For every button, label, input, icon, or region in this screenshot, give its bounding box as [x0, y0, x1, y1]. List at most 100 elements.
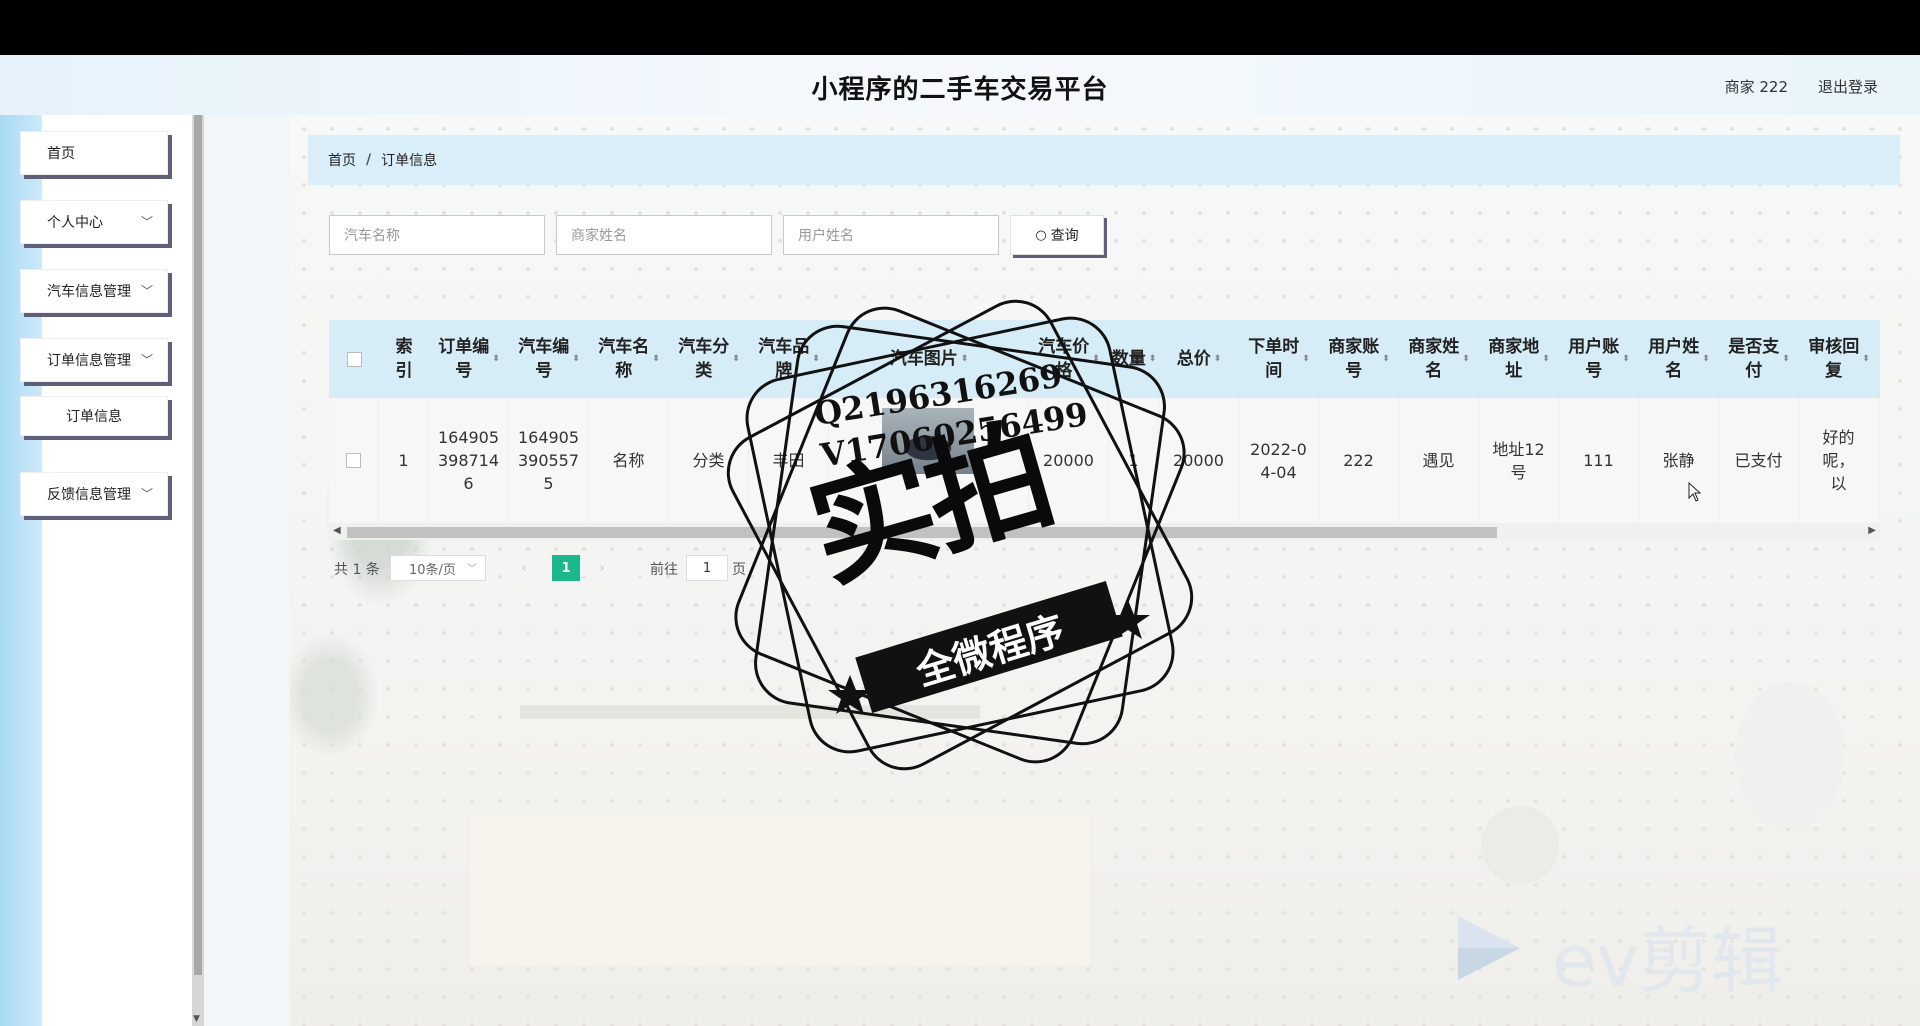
column-header-user-account[interactable]: 用户账 号 ⬍: [1559, 320, 1639, 398]
column-header-order-no[interactable]: 订单编 号 ⬍: [429, 320, 509, 398]
table-cell-car-name: 名称: [589, 398, 669, 523]
table-cell-order-time: 2022-0 4-04: [1239, 398, 1319, 523]
breadcrumb-current: 订单信息: [381, 153, 438, 169]
chevron-right-icon: ›: [599, 560, 605, 576]
mouse-cursor-icon: [1688, 482, 1702, 502]
sort-icon[interactable]: ⬍: [1382, 347, 1390, 371]
column-header-label: 是否支 付: [1728, 337, 1780, 381]
column-header-label: 审核回 复: [1808, 337, 1860, 381]
column-header-select[interactable]: [329, 320, 379, 398]
column-header-label: 订单编 号: [438, 337, 490, 381]
chevron-down-icon: ﹀: [140, 215, 153, 229]
column-header-merchant-name[interactable]: 商家姓 名 ⬍: [1399, 320, 1479, 398]
sort-icon[interactable]: ⬍: [1302, 347, 1310, 371]
sidebar-item-label: 订单信息管理: [47, 353, 131, 369]
sidebar-item-label: 汽车信息管理: [47, 284, 131, 300]
sort-icon[interactable]: ⬍: [1862, 347, 1870, 371]
sidebar-item-personal-center[interactable]: 个人中心 ﹀: [20, 200, 168, 244]
scroll-down-icon[interactable]: ▼: [193, 1014, 200, 1024]
search-button-label: 查询: [1050, 228, 1079, 244]
select-all-checkbox[interactable]: [346, 351, 362, 367]
column-header-label: 用户账 号: [1568, 337, 1620, 381]
sort-icon[interactable]: ⬍: [1214, 347, 1222, 371]
sort-icon[interactable]: ⬍: [1782, 347, 1790, 371]
cell-value: 164905 390557 5: [517, 428, 580, 493]
column-header-order-time[interactable]: 下单时 间 ⬍: [1239, 320, 1319, 398]
merchant-name-input[interactable]: 商家姓名: [556, 215, 772, 255]
page-number-current[interactable]: 1: [552, 555, 580, 581]
table-cell-paid: 已支付: [1719, 398, 1799, 523]
sort-icon[interactable]: ⬍: [492, 347, 500, 371]
search-icon: ○: [1035, 227, 1047, 243]
sidebar-scrollbar[interactable]: ▼: [192, 115, 204, 1026]
sidebar-subitem-order-info[interactable]: 订单信息: [20, 396, 168, 436]
breadcrumb: 首页 / 订单信息: [308, 135, 1900, 185]
column-header-merchant-address[interactable]: 商家地 址 ⬍: [1479, 320, 1559, 398]
scroll-right-icon[interactable]: ▶: [1868, 525, 1876, 536]
row-checkbox[interactable]: [346, 453, 361, 468]
sort-icon[interactable]: ⬍: [1622, 347, 1630, 371]
sort-icon[interactable]: ⬍: [572, 347, 580, 371]
sidebar-item-car-info-management[interactable]: 汽车信息管理 ﹀: [20, 269, 168, 313]
column-header-label: 汽车名 称: [598, 337, 650, 381]
column-header-label: 下单时 间: [1248, 337, 1300, 381]
chevron-down-icon: ﹀: [140, 487, 153, 501]
breadcrumb-home[interactable]: 首页: [328, 150, 356, 170]
column-header-user-name[interactable]: 用户姓 名 ⬍: [1639, 320, 1719, 398]
page-title: 小程序的二手车交易平台: [811, 75, 1109, 105]
goto-label: 前往: [650, 562, 678, 578]
table-cell-order-no: 164905 398714 6: [429, 398, 509, 523]
chevron-down-icon: ﹀: [467, 564, 477, 575]
cell-value: 164905 398714 6: [437, 428, 500, 493]
column-header-car-no[interactable]: 汽车编 号 ⬍: [509, 320, 589, 398]
column-header-label: 商家姓 名: [1408, 337, 1460, 381]
column-header-label: 汽车编 号: [518, 337, 570, 381]
sort-icon[interactable]: ⬍: [1462, 347, 1470, 371]
search-button[interactable]: ○ 查询: [1010, 215, 1104, 255]
sidebar-item-order-info-management[interactable]: 订单信息管理 ﹀: [20, 338, 168, 382]
column-header-index[interactable]: 索 引: [379, 320, 429, 398]
table-cell-user-name: 张静: [1639, 398, 1719, 523]
ev-editor-watermark: ev剪辑: [1552, 919, 1783, 1003]
table-cell-select[interactable]: [329, 398, 379, 523]
chevron-down-icon: ﹀: [140, 284, 153, 298]
column-header-merchant-account[interactable]: 商家账 号 ⬍: [1319, 320, 1399, 398]
cell-value: 1: [398, 451, 409, 470]
column-header-car-name[interactable]: 汽车名 称 ⬍: [589, 320, 669, 398]
table-cell-merchant-name: 遇见: [1399, 398, 1479, 523]
sidebar-item-home[interactable]: 首页: [20, 131, 168, 175]
prev-page-button[interactable]: ‹: [510, 555, 538, 581]
column-header-label: 索 引: [395, 337, 413, 381]
table-cell-merchant-address: 地址12 号: [1479, 398, 1559, 523]
next-page-button[interactable]: ›: [588, 555, 616, 581]
current-user-label: 商家 222: [1724, 78, 1788, 96]
cell-value: 地址12 号: [1492, 439, 1545, 482]
car-name-input[interactable]: 汽车名称: [329, 215, 545, 255]
user-name-input[interactable]: 用户姓名: [783, 215, 999, 255]
sort-icon[interactable]: ⬍: [652, 347, 660, 371]
chevron-down-icon: ﹀: [140, 353, 153, 367]
page-size-select[interactable]: 10条/页 ﹀: [390, 555, 486, 581]
cell-value: 张静: [1662, 451, 1695, 470]
table-cell-review-reply: 好的 呢， 以: [1799, 398, 1879, 523]
table-cell-user-account: 111: [1559, 398, 1639, 523]
scrollbar-thumb[interactable]: [194, 115, 202, 975]
column-header-label: 商家地 址: [1488, 337, 1540, 381]
column-header-paid[interactable]: 是否支 付 ⬍: [1719, 320, 1799, 398]
cell-value: 222: [1343, 451, 1374, 470]
cell-value: 名称: [612, 451, 645, 470]
scroll-left-icon[interactable]: ◀: [333, 525, 341, 536]
sort-icon[interactable]: ⬍: [1702, 347, 1710, 371]
chevron-left-icon: ‹: [521, 560, 527, 576]
table-cell-index: 1: [379, 398, 429, 523]
sidebar-strip: [0, 115, 42, 1026]
sort-icon[interactable]: ⬍: [1542, 347, 1550, 371]
cell-value: 好的 呢， 以: [1822, 428, 1855, 493]
column-header-review-reply[interactable]: 审核回 复 ⬍: [1799, 320, 1879, 398]
logout-link[interactable]: 退出登录: [1818, 76, 1878, 97]
breadcrumb-separator: /: [366, 152, 372, 168]
cell-value: 2022-0 4-04: [1250, 439, 1307, 482]
table-cell-merchant-account: 222: [1319, 398, 1399, 523]
sidebar-item-label: 订单信息: [66, 409, 122, 425]
sidebar-item-feedback-management[interactable]: 反馈信息管理 ﹀: [20, 472, 168, 516]
